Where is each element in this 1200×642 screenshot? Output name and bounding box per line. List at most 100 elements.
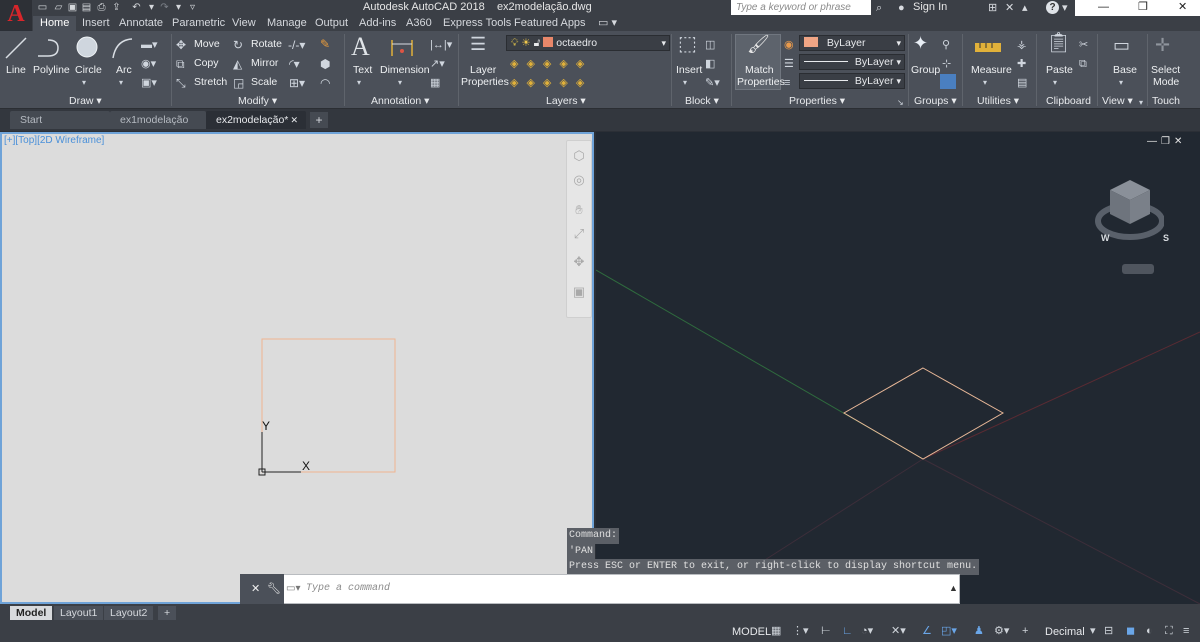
new-tab-plus-icon[interactable]: + (310, 112, 328, 128)
command-prompt-icon[interactable]: ▭▾ (286, 583, 300, 594)
draw-panel-title[interactable]: Draw ▾ (69, 94, 102, 108)
share-icon[interactable]: ⇪ (110, 1, 123, 14)
rotate-button[interactable]: Rotate (251, 38, 282, 51)
region-icon[interactable]: ▣▾ (141, 76, 157, 90)
add-layout-plus-icon[interactable]: + (158, 606, 177, 620)
clipboard-panel-title[interactable]: Clipboard (1046, 94, 1091, 108)
linear-dim-icon[interactable]: |↔|▾ (430, 38, 452, 52)
line-icon[interactable] (4, 36, 28, 60)
layout-tab-layout1[interactable]: Layout1 (54, 606, 104, 620)
insert-button[interactable]: Insert (676, 64, 702, 76)
minimize-icon[interactable]: — (1098, 0, 1109, 15)
base-view-icon[interactable]: ▭ (1113, 36, 1130, 54)
lineweight-dropdown[interactable]: ByLayer ▾ (799, 73, 905, 89)
isolate-objects-icon[interactable]: ◐ (1146, 625, 1153, 638)
pan-hand-icon[interactable]: ✋︎ (566, 202, 592, 218)
dimension-button[interactable]: Dimension (380, 64, 430, 76)
group-edit-icon[interactable]: ⊹ (942, 57, 951, 71)
edit-block-icon[interactable]: ◧ (705, 57, 715, 71)
redo-dropdown-icon[interactable]: ▾ (172, 1, 185, 14)
new-file-icon[interactable]: ▭ (36, 1, 49, 14)
properties-launcher-icon[interactable]: ↘ (897, 96, 904, 110)
annotation-panel-title[interactable]: Annotation ▾ (371, 94, 429, 108)
offset-icon[interactable]: ◠ (320, 76, 330, 90)
help-dropdown-icon[interactable]: ▾ (1062, 1, 1068, 15)
layout-tab-layout2[interactable]: Layout2 (104, 606, 154, 620)
paste-icon[interactable]: 📋︎ (1046, 33, 1071, 53)
command-history-toggle-icon[interactable]: ▲ (949, 583, 958, 593)
hardware-acceleration-icon[interactable]: ◼ (1126, 625, 1135, 638)
ortho-icon[interactable]: ∟ (842, 625, 853, 638)
viewcube[interactable] (1094, 176, 1164, 276)
select-mode-icon[interactable]: ✛ (1155, 36, 1170, 54)
undo-icon[interactable]: ↶ (130, 1, 143, 14)
annotation-monitor-icon[interactable]: + (1022, 625, 1028, 638)
help-icon[interactable]: ? (1046, 1, 1059, 14)
measure-dropdown-icon[interactable]: ▾ (983, 76, 987, 90)
showmotion-icon[interactable]: ▣ (566, 284, 592, 300)
select-mode-label-1[interactable]: Select (1151, 64, 1180, 76)
customization-menu-icon[interactable]: ≡ (1183, 625, 1189, 638)
touch-panel-title[interactable]: Touch (1152, 94, 1180, 108)
redo-icon[interactable]: ↷ (158, 1, 171, 14)
layer-tools-row-2[interactable]: ◈◈◈◈◈ (510, 76, 592, 90)
copy-clip-icon[interactable]: ⧉ (1079, 57, 1087, 71)
measure-button[interactable]: Measure (971, 64, 1012, 76)
command-close-icon[interactable]: ✕ (251, 582, 260, 595)
layer-dropdown[interactable]: 💡︎ ☀ 🔓︎ octaedro ▾ (506, 35, 670, 51)
arc-button[interactable]: Arc (116, 64, 132, 76)
paste-dropdown-icon[interactable]: ▾ (1053, 76, 1057, 90)
close-tab-icon[interactable]: ✕ (290, 111, 298, 129)
viewport-controls-label[interactable]: [+][Top][2D Wireframe] (4, 135, 104, 146)
arc-icon[interactable] (110, 36, 134, 60)
object-snap-icon[interactable]: ◰▾ (941, 625, 957, 638)
array-icon[interactable]: ⊞▾ (289, 76, 305, 90)
explode-icon[interactable]: ⬢ (320, 57, 330, 71)
tab-parametric[interactable]: Parametric (172, 16, 225, 31)
tab-add-ins[interactable]: Add-ins (359, 16, 396, 31)
orbit-icon[interactable]: ✥ (566, 254, 592, 270)
line-button[interactable]: Line (6, 64, 26, 76)
copy-button[interactable]: Copy (194, 57, 219, 70)
mirror-button[interactable]: Mirror (251, 57, 278, 70)
open-file-icon[interactable]: ▱ (52, 1, 65, 14)
scale-button[interactable]: Scale (251, 76, 277, 89)
viewport-window-controls[interactable]: —❐✕ (1147, 136, 1186, 147)
arc-dropdown-icon[interactable]: ▾ (119, 76, 123, 90)
table-icon[interactable]: ▦ (430, 76, 440, 90)
color-dropdown[interactable]: ByLayer ▾ (799, 35, 905, 51)
layer-properties-icon[interactable]: ☰ (470, 35, 486, 53)
layers-panel-title[interactable]: Layers ▾ (546, 94, 586, 108)
polyline-button[interactable]: Polyline (33, 64, 70, 76)
steering-wheel-icon[interactable]: ⬡ (566, 148, 592, 164)
save-icon[interactable]: ▣ (66, 1, 79, 14)
command-customize-wrench-icon[interactable]: 🔧︎ (267, 582, 281, 595)
object-snap-tracking-icon[interactable]: ∠ (922, 625, 932, 638)
user-info-icon[interactable]: ▴ (1022, 1, 1028, 15)
cart-icon[interactable]: ⊞ (988, 1, 997, 15)
linetype-dropdown[interactable]: ByLayer ▾ (799, 54, 905, 70)
text-icon[interactable]: A (351, 33, 370, 61)
utilities-panel-title[interactable]: Utilities ▾ (977, 94, 1019, 108)
create-block-icon[interactable]: ◫ (705, 38, 715, 52)
binoculars-icon[interactable]: ⌕ (876, 1, 882, 15)
edit-attributes-icon[interactable]: ✎▾ (705, 76, 720, 90)
cut-icon[interactable]: ✂ (1079, 38, 1088, 52)
move-button[interactable]: Move (194, 38, 220, 51)
units-dropdown-icon[interactable]: ▾ (1090, 625, 1096, 638)
insert-dropdown-icon[interactable]: ▾ (683, 76, 687, 90)
circle-dropdown-icon[interactable]: ▾ (82, 76, 86, 90)
polar-tracking-icon[interactable]: ◔▾ (861, 625, 873, 638)
paste-button[interactable]: Paste (1046, 64, 1073, 76)
view-launcher-icon[interactable]: ▾ (1139, 96, 1143, 110)
close-icon[interactable]: ✕ (1178, 0, 1187, 15)
tab-view[interactable]: View (232, 16, 256, 31)
annotation-scale-icon[interactable]: ♟ (974, 625, 984, 638)
application-menu-logo[interactable]: A (0, 0, 32, 30)
file-tab-start[interactable]: Start (10, 111, 110, 129)
select-mode-label-2[interactable]: Mode (1153, 76, 1179, 88)
leader-icon[interactable]: ↗▾ (430, 57, 445, 71)
base-dropdown-icon[interactable]: ▾ (1119, 76, 1123, 90)
dynamic-input-icon[interactable]: ⊢ (821, 625, 831, 638)
save-as-icon[interactable]: ▤ (80, 1, 93, 14)
